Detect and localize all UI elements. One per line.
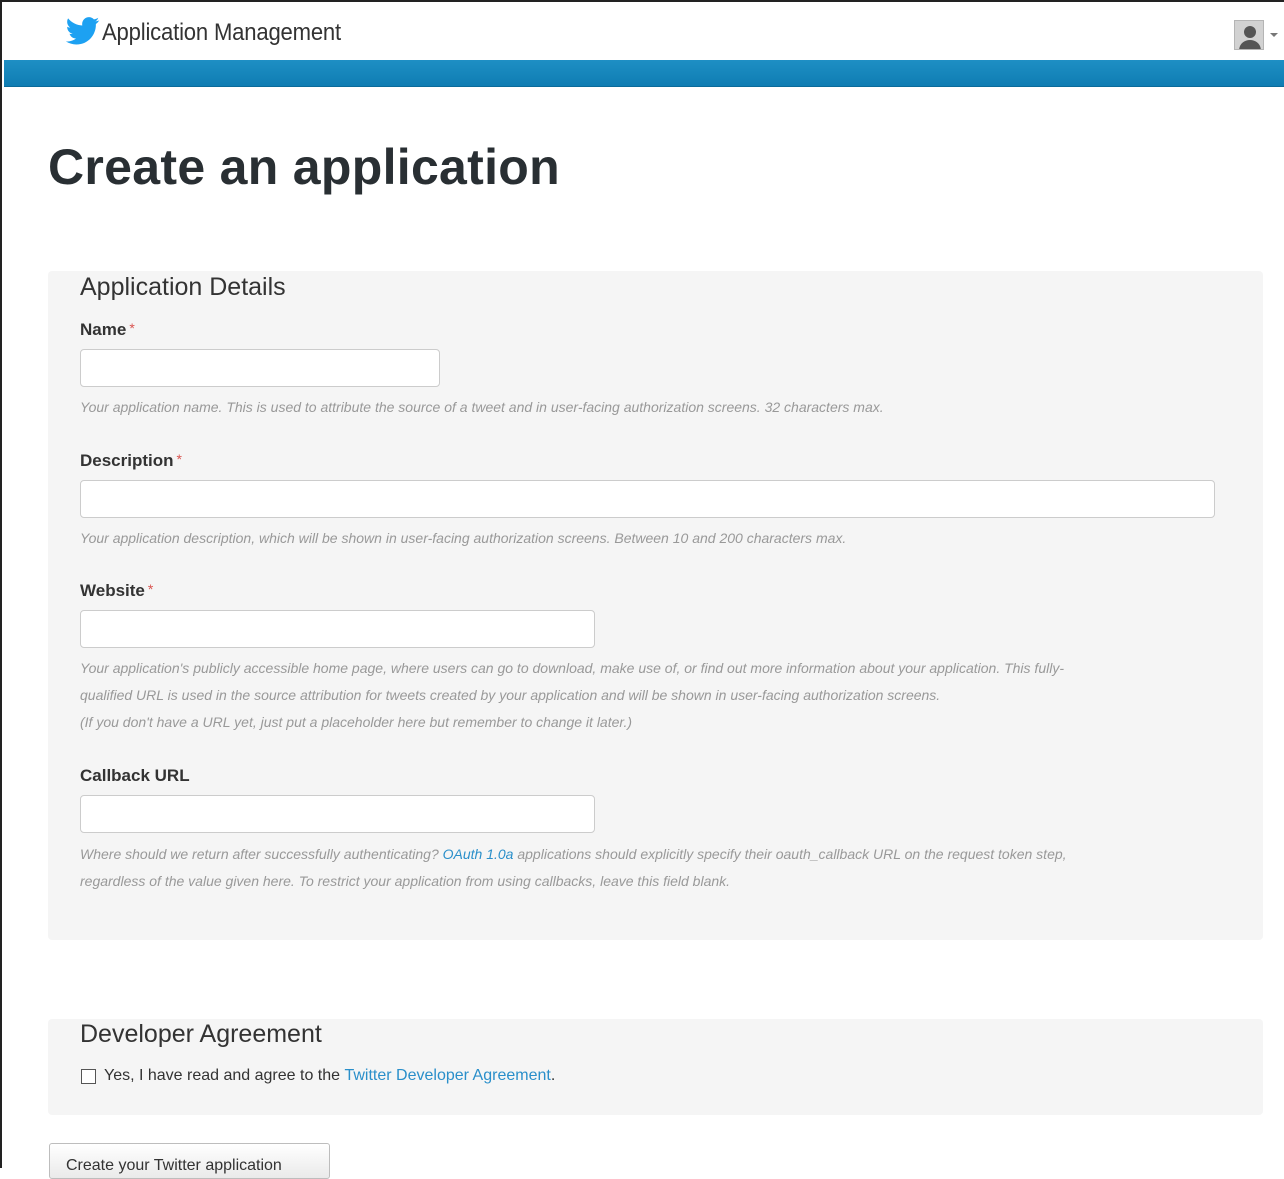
accent-bar [4,60,1284,87]
agreement-text: Yes, I have read and agree to the [104,1067,345,1084]
page-title: Create an application [48,139,560,195]
callback-help-line: regardless of the value given here. To r… [80,873,731,889]
required-marker: * [147,581,154,597]
callback-help-text: Where should we return after successfull… [80,846,443,862]
agreement-checkbox[interactable] [81,1068,96,1084]
twitter-bird-icon [65,16,100,50]
create-application-button[interactable]: Create your Twitter application [49,1143,330,1179]
section-title: Developer Agreement [80,1020,322,1048]
website-input[interactable] [80,610,595,648]
description-label-text: Description [80,451,174,470]
application-details-panel: Application Details Name * Your applicati… [48,271,1263,940]
agreement-text-end: . [550,1067,556,1084]
browser-frame: Application Management Create an applica… [0,0,1284,1179]
description-help: Your application description, which will… [80,530,847,546]
name-help: Your application name. This is used to a… [80,399,884,415]
callback-url-label: Callback URL [80,766,190,786]
top-navigation-bar: Application Management [4,4,1284,60]
callback-url-label-text: Callback URL [80,766,190,785]
developer-agreement-panel: Developer Agreement Yes, I have read and… [48,1019,1263,1115]
website-help-line: (If you don't have a URL yet, just put a… [80,714,633,730]
website-label: Website * [80,581,153,601]
brand[interactable]: Application Management [65,16,362,50]
user-menu[interactable] [1234,20,1278,50]
callback-help-line: Where should we return after successfull… [80,841,1240,868]
required-marker: * [129,320,135,336]
chevron-down-icon [1270,33,1278,37]
oauth-link[interactable]: OAuth 1.0a [443,846,514,862]
website-label-text: Website [80,581,145,600]
name-label: Name * [80,320,135,340]
required-marker: * [176,451,182,467]
website-help-line: Your application's publicly accessible h… [80,660,1064,676]
website-help: Your application's publicly accessible h… [80,655,1230,736]
callback-url-help: Where should we return after successfull… [80,841,1240,895]
user-avatar-icon [1234,20,1264,50]
developer-agreement-link[interactable]: Twitter Developer Agreement [344,1067,550,1085]
app-title: Application Management [102,19,341,46]
agreement-row: Yes, I have read and agree to the Twitte… [81,1067,555,1085]
website-help-line: qualified URL is used in the source attr… [80,687,941,703]
description-input[interactable] [80,480,1215,518]
section-title: Application Details [80,273,286,301]
name-input[interactable] [80,349,440,387]
callback-help-text: applications should explicitly specify t… [513,846,1067,862]
name-label-text: Name [80,320,127,339]
callback-url-input[interactable] [80,795,595,833]
description-label: Description * [80,451,182,471]
